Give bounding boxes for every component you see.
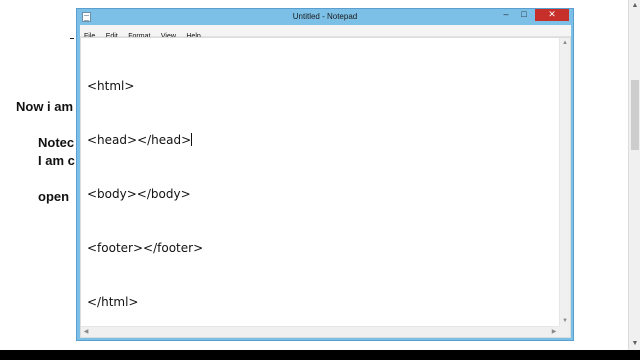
minimize-button[interactable]: – xyxy=(497,9,515,21)
editor-line-part: </head> xyxy=(137,133,192,147)
close-button[interactable]: ✕ xyxy=(535,9,569,21)
background-doc-line: open xyxy=(38,189,70,204)
bottom-band xyxy=(0,350,640,360)
background-doc-line: Now i am xyxy=(16,99,74,114)
scrollbar-corner xyxy=(559,326,570,337)
scroll-down-arrow-icon[interactable]: ▼ xyxy=(629,338,640,350)
title-bar[interactable]: Untitled - Notepad – □ ✕ xyxy=(77,9,573,25)
editor-line: <footer></footer> xyxy=(87,241,204,255)
editor-line: </html> xyxy=(87,295,139,309)
editor-line-part: <head> xyxy=(87,133,138,147)
scroll-up-arrow-icon[interactable]: ▲ xyxy=(629,0,640,12)
text-editor[interactable]: <html> <head></head> <body></body> <foot… xyxy=(80,37,571,338)
editor-content[interactable]: <html> <head></head> <body></body> <foot… xyxy=(87,41,558,325)
scroll-up-arrow-icon[interactable]: ▲ xyxy=(560,38,570,48)
desktop-screen: Now i am Notec I am c open ▲ ▼ Untitled … xyxy=(0,0,640,350)
editor-line: <body></body> xyxy=(87,187,191,201)
background-doc-line: Notec xyxy=(38,135,75,150)
menu-bar: File Edit Format View Help xyxy=(80,25,571,40)
background-doc-line: I am c xyxy=(38,153,75,168)
editor-line: <html> xyxy=(87,79,135,93)
background-scrollbar[interactable]: ▲ ▼ xyxy=(628,0,640,350)
editor-line: <head></head> xyxy=(87,131,558,149)
scroll-right-arrow-icon[interactable]: ▶ xyxy=(549,327,559,337)
notepad-window: Untitled - Notepad – □ ✕ File Edit Forma… xyxy=(76,8,574,341)
text-caret xyxy=(191,133,193,146)
horizontal-scrollbar[interactable]: ◀ ▶ xyxy=(81,326,559,337)
scroll-left-arrow-icon[interactable]: ◀ xyxy=(81,327,91,337)
scroll-down-arrow-icon[interactable]: ▼ xyxy=(560,316,570,326)
scrollbar-thumb[interactable] xyxy=(631,80,639,150)
vertical-scrollbar[interactable]: ▲ ▼ xyxy=(559,38,570,326)
maximize-button[interactable]: □ xyxy=(515,9,533,21)
background-doc-mark xyxy=(70,38,74,39)
